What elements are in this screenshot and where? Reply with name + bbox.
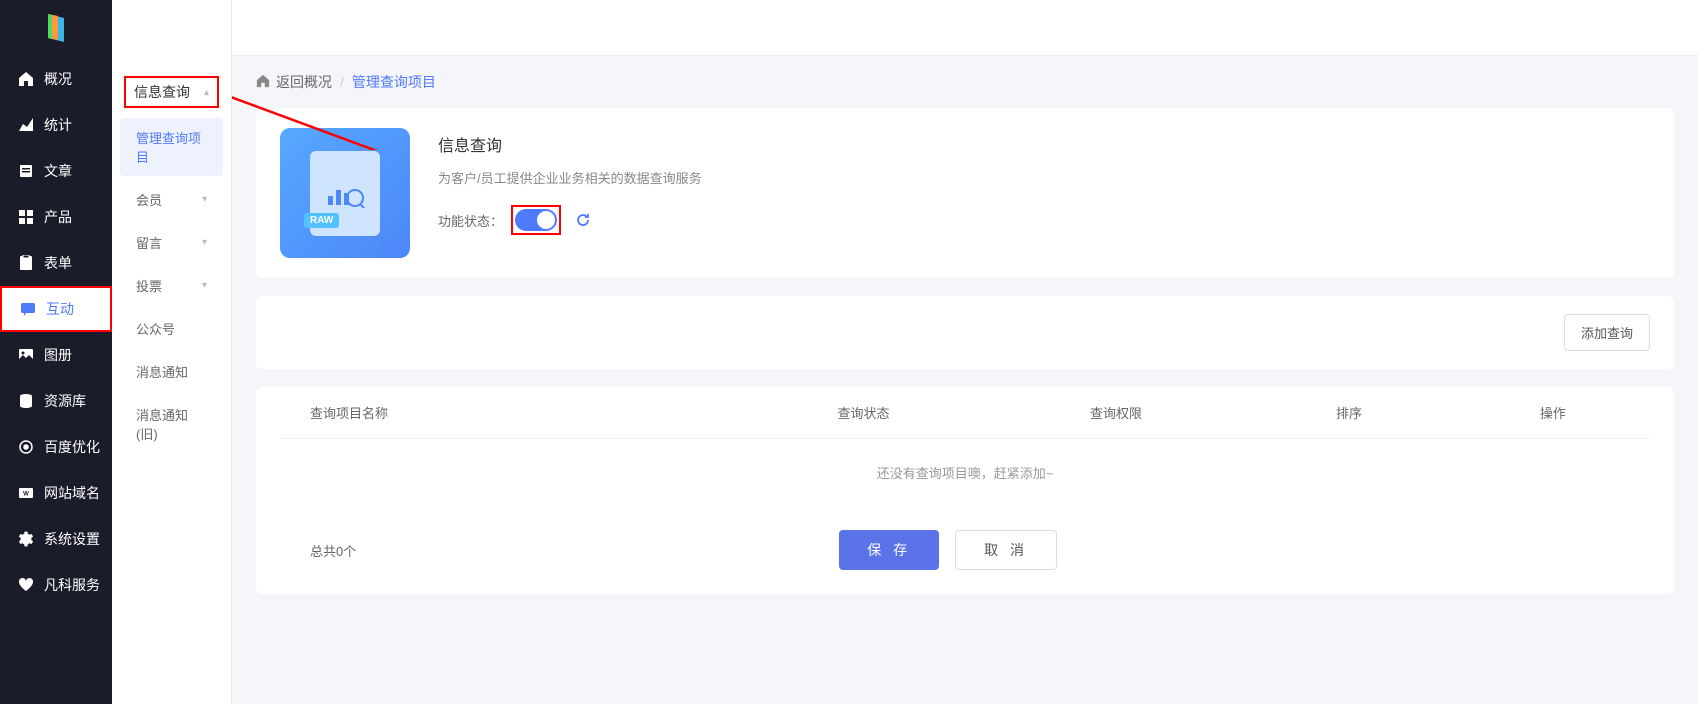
feature-icon: RAW xyxy=(280,128,410,258)
nav-interact[interactable]: 互动 xyxy=(0,286,112,332)
doc-icon xyxy=(18,163,34,179)
status-toggle[interactable] xyxy=(515,209,557,231)
nav-label: 百度优化 xyxy=(44,437,100,457)
nav-service[interactable]: 凡科服务 xyxy=(0,562,112,608)
action-bar: 添加查询 xyxy=(256,296,1674,369)
nav-label: 系统设置 xyxy=(44,529,100,549)
nav-label: 概况 xyxy=(44,69,72,89)
chevron-down-icon: ▾ xyxy=(202,280,207,291)
target-icon xyxy=(18,439,34,455)
svg-text:W: W xyxy=(23,492,29,498)
nav-label: 文章 xyxy=(44,161,72,181)
sub-item-manage-query[interactable]: 管理查询项目 xyxy=(120,118,223,176)
refresh-icon[interactable] xyxy=(575,211,593,229)
nav-label: 网站域名 xyxy=(44,483,100,503)
nav-seo[interactable]: 百度优化 xyxy=(0,424,112,470)
nav-label: 图册 xyxy=(44,345,72,365)
table-header: 查询项目名称 查询状态 查询权限 排序 操作 xyxy=(280,387,1650,439)
breadcrumb: 返回概况 / 管理查询项目 xyxy=(232,56,1698,108)
sub-item-vote[interactable]: 投票 ▾ xyxy=(120,266,223,305)
nav-overview[interactable]: 概况 xyxy=(0,56,112,102)
sub-item-message[interactable]: 留言 ▾ xyxy=(120,223,223,262)
table-total: 总共0个 xyxy=(310,541,356,560)
chevron-down-icon: ▾ xyxy=(202,237,207,248)
sub-item-label: 消息通知 xyxy=(136,362,188,381)
nav-resource[interactable]: 资源库 xyxy=(0,378,112,424)
home-icon xyxy=(18,71,34,87)
main-content: 返回概况 / 管理查询项目 RAW 信息查询 为客户/员工提供企业业务相关的数据… xyxy=(232,0,1698,704)
logo xyxy=(0,0,112,56)
gear-icon xyxy=(18,531,34,547)
sub-sidebar-header[interactable]: 信息查询 ▾ xyxy=(124,76,219,108)
th-status: 查询状态 xyxy=(737,403,989,422)
th-name: 查询项目名称 xyxy=(280,403,737,422)
nav-settings[interactable]: 系统设置 xyxy=(0,516,112,562)
home-icon xyxy=(256,74,270,91)
th-action: 操作 xyxy=(1456,403,1650,422)
th-sort: 排序 xyxy=(1242,403,1456,422)
chat-icon xyxy=(20,301,36,317)
nav-gallery[interactable]: 图册 xyxy=(0,332,112,378)
sidebar-secondary: 信息查询 ▾ 管理查询项目 会员 ▾ 留言 ▾ 投票 ▾ 公众号 消息通知 消息… xyxy=(112,0,232,704)
sub-item-label: 消息通知(旧) xyxy=(136,405,207,443)
sub-item-label: 公众号 xyxy=(136,319,175,338)
nav-label: 资源库 xyxy=(44,391,86,411)
grid-icon xyxy=(18,209,34,225)
topbar xyxy=(232,0,1698,56)
info-title: 信息查询 xyxy=(438,132,1650,156)
sub-item-label: 留言 xyxy=(136,233,162,252)
table-card: 查询项目名称 查询状态 查询权限 排序 操作 还没有查询项目噢，赶紧添加~ 总共… xyxy=(256,387,1674,594)
sub-item-label: 管理查询项目 xyxy=(136,128,207,166)
chart-icon xyxy=(18,117,34,133)
nav-label: 互动 xyxy=(46,299,74,319)
form-icon xyxy=(18,255,34,271)
breadcrumb-back[interactable]: 返回概况 xyxy=(276,72,332,92)
nav-label: 产品 xyxy=(44,207,72,227)
chevron-down-icon: ▾ xyxy=(202,194,207,205)
sidebar-primary: 概况 统计 文章 产品 表单 互动 图册 资源库 xyxy=(0,0,112,704)
th-permission: 查询权限 xyxy=(990,403,1242,422)
nav-label: 统计 xyxy=(44,115,72,135)
image-icon xyxy=(18,347,34,363)
www-icon: W xyxy=(18,485,34,501)
sub-item-member[interactable]: 会员 ▾ xyxy=(120,180,223,219)
logo-icon xyxy=(44,14,68,42)
breadcrumb-sep: / xyxy=(340,74,344,90)
nav-label: 凡科服务 xyxy=(44,575,100,595)
nav-article[interactable]: 文章 xyxy=(0,148,112,194)
sub-item-notify-old[interactable]: 消息通知(旧) xyxy=(120,395,223,453)
doc-badge: RAW xyxy=(304,213,339,228)
sub-item-wechat[interactable]: 公众号 xyxy=(120,309,223,348)
chevron-up-icon: ▾ xyxy=(204,87,209,98)
table-empty: 还没有查询项目噢，赶紧添加~ xyxy=(280,439,1650,506)
status-label: 功能状态： xyxy=(438,211,503,230)
sub-header-label: 信息查询 xyxy=(134,82,190,102)
breadcrumb-current: 管理查询项目 xyxy=(352,72,436,92)
sub-item-label: 会员 xyxy=(136,190,162,209)
sub-item-label: 投票 xyxy=(136,276,162,295)
save-button[interactable]: 保 存 xyxy=(839,530,939,570)
add-query-button[interactable]: 添加查询 xyxy=(1564,314,1650,351)
nav-domain[interactable]: W 网站域名 xyxy=(0,470,112,516)
nav-stats[interactable]: 统计 xyxy=(0,102,112,148)
nav-label: 表单 xyxy=(44,253,72,273)
nav-product[interactable]: 产品 xyxy=(0,194,112,240)
database-icon xyxy=(18,393,34,409)
info-desc: 为客户/员工提供企业业务相关的数据查询服务 xyxy=(438,168,1650,187)
info-card: RAW 信息查询 为客户/员工提供企业业务相关的数据查询服务 功能状态： xyxy=(256,108,1674,278)
heart-icon xyxy=(18,577,34,593)
cancel-button[interactable]: 取 消 xyxy=(955,530,1057,570)
nav-form[interactable]: 表单 xyxy=(0,240,112,286)
sub-item-notify[interactable]: 消息通知 xyxy=(120,352,223,391)
